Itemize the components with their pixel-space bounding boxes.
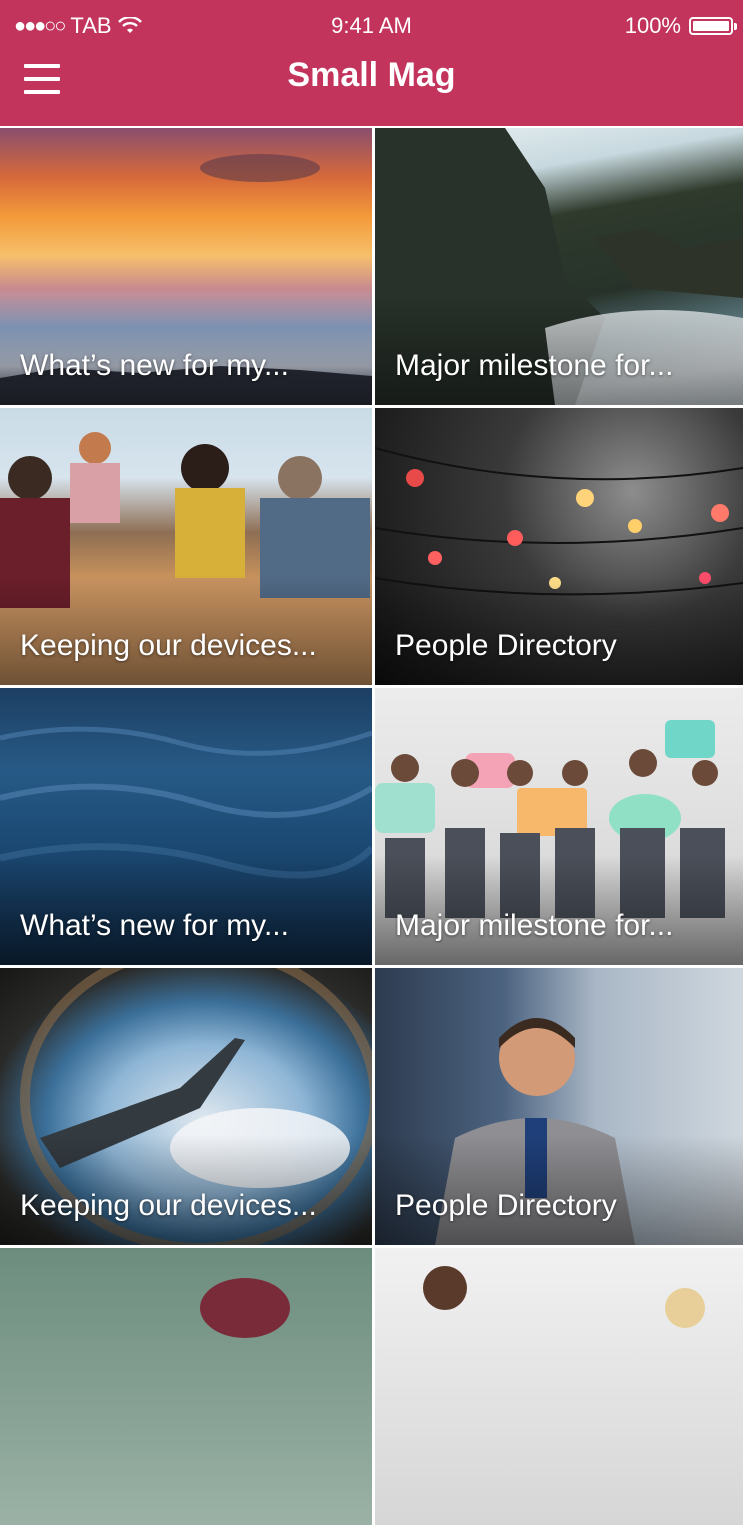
article-tile[interactable]: People Directory — [375, 968, 743, 1245]
page-title: Small Mag — [287, 56, 456, 94]
status-bar: ●●●○○ TAB 9:41 AM 100% — [0, 0, 743, 52]
article-title: What’s new for my... — [20, 349, 289, 382]
article-tile[interactable]: Major milestone for... — [375, 128, 743, 405]
article-tile[interactable]: Major milestone for... — [375, 688, 743, 965]
article-grid: What’s new for my... Major milestone for… — [0, 128, 743, 1525]
article-tile[interactable] — [375, 1248, 743, 1525]
article-title: People Directory — [395, 629, 617, 662]
article-title: Major milestone for... — [395, 349, 674, 382]
article-title: What’s new for my... — [20, 909, 289, 942]
battery-percent: 100% — [624, 13, 681, 38]
article-title: People Directory — [395, 1189, 617, 1222]
article-title: Keeping our devices... — [20, 1189, 317, 1222]
app-bar: ●●●○○ TAB 9:41 AM 100% Small Mag — [0, 0, 743, 126]
office-presentation-image — [375, 1248, 743, 1525]
article-tile[interactable] — [0, 1248, 372, 1525]
battery-icon — [689, 17, 737, 35]
article-tile[interactable]: Keeping our devices... — [0, 968, 372, 1245]
article-title: Major milestone for... — [395, 909, 674, 942]
article-tile[interactable]: What’s new for my... — [0, 688, 372, 965]
article-title: Keeping our devices... — [20, 629, 317, 662]
outdoor-person-image — [0, 1248, 372, 1525]
article-tile[interactable]: People Directory — [375, 408, 743, 685]
article-tile[interactable]: Keeping our devices... — [0, 408, 372, 685]
battery-area: 100% — [624, 13, 737, 39]
article-tile[interactable]: What’s new for my... — [0, 128, 372, 405]
